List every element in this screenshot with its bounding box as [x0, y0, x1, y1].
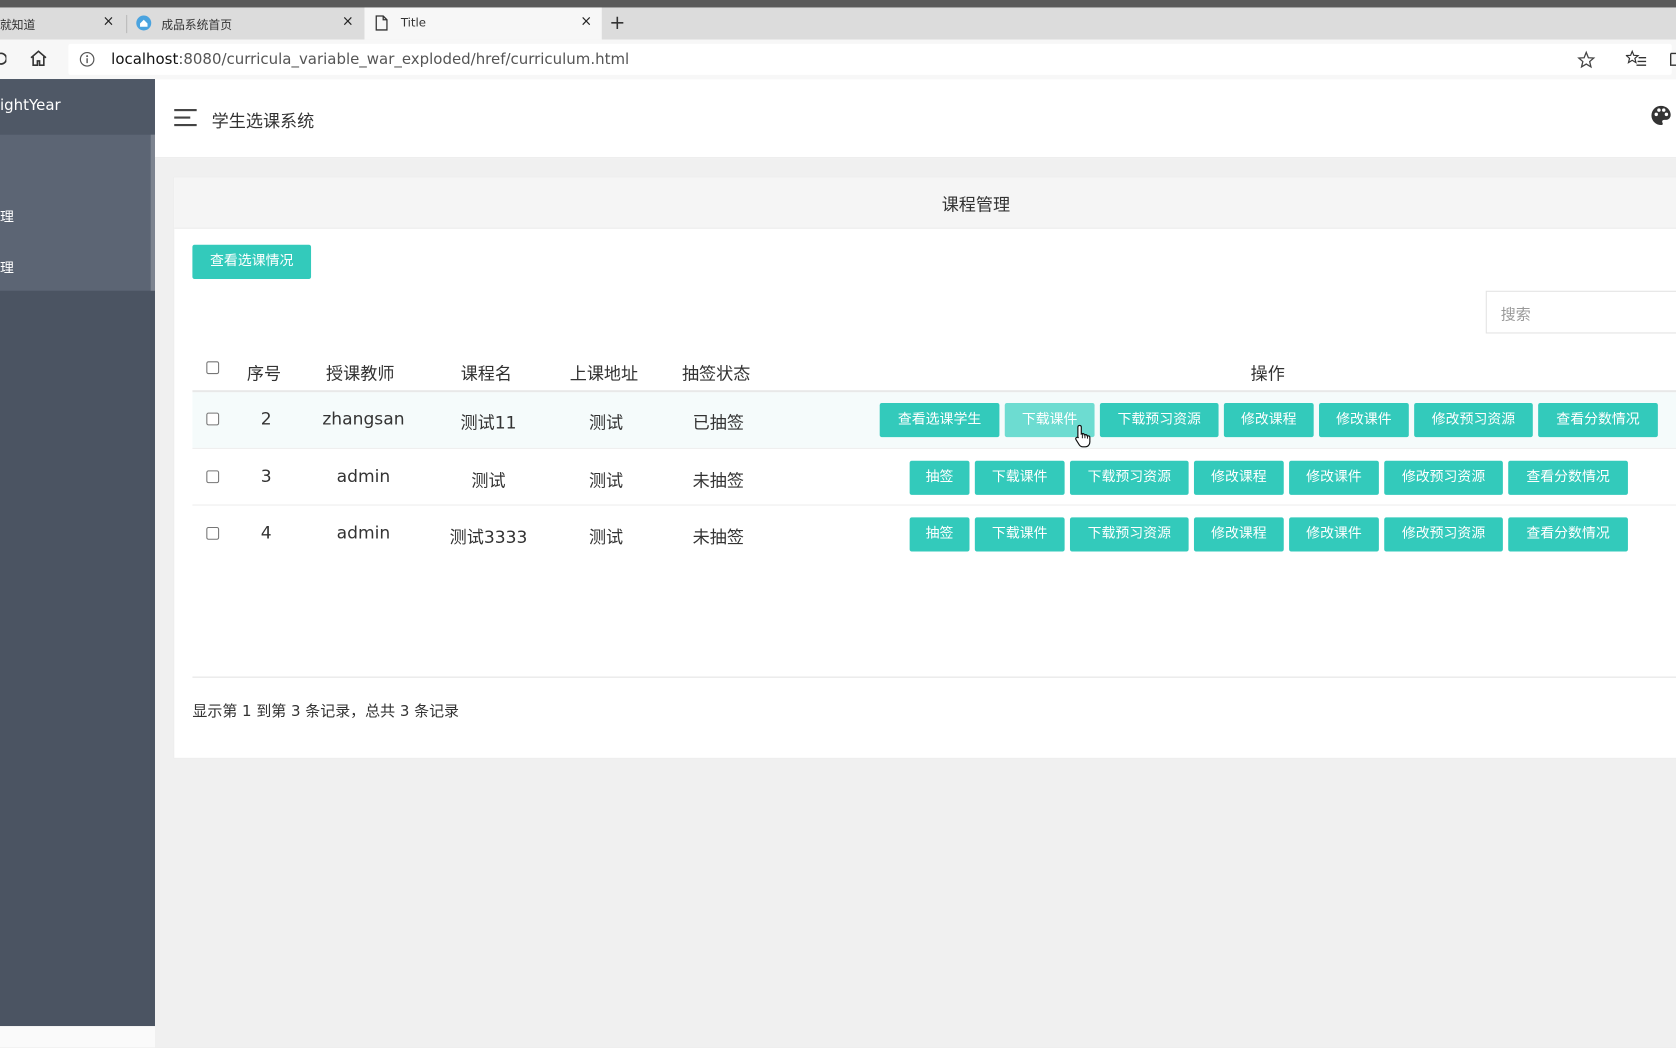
course-management-card: 课程管理 查看选课情况 搜索 序号 授课教师 课程名 上课地址 抽签状态 操作 …: [173, 176, 1676, 759]
url-field[interactable]: localhost:8080/curricula_variable_war_ex…: [68, 43, 1672, 75]
edit-preview-button[interactable]: 修改预习资源: [1384, 517, 1503, 552]
edit-course-button[interactable]: 修改课程: [1193, 460, 1284, 495]
system-title: 学生选课系统: [211, 111, 315, 132]
view-selection-button[interactable]: 查看选课情况: [192, 244, 312, 279]
site-favicon-icon: [136, 15, 152, 31]
card-title: 课程管理: [941, 194, 1011, 215]
search-placeholder: 搜索: [1500, 306, 1531, 324]
sidebar-menu: 理 理: [0, 134, 155, 291]
cell-status: 未抽签: [692, 470, 744, 491]
browser-window: 就知道 × 成品系统首页 × Title × + localhost:8080/…: [0, 0, 1676, 1048]
cell-location: 测试: [588, 412, 624, 433]
menu-icon[interactable]: [174, 109, 197, 127]
view-scores-button[interactable]: 查看分数情况: [1538, 402, 1658, 438]
tab-close-icon[interactable]: ×: [580, 14, 592, 30]
tab-2[interactable]: 成品系统首页 ×: [127, 7, 363, 39]
app-header: 学生选课系统: [154, 79, 1676, 159]
draw-lots-button[interactable]: 抽签: [909, 517, 970, 552]
col-header-teacher[interactable]: 授课教师: [326, 359, 394, 385]
sidebar-item-1[interactable]: 理: [0, 205, 14, 226]
col-header-id[interactable]: 序号: [247, 359, 281, 385]
cell-teacher: zhangsan: [322, 408, 405, 429]
brand-text: ightYear: [0, 97, 61, 115]
card-header: 课程管理: [174, 177, 1676, 229]
view-scores-button[interactable]: 查看分数情况: [1508, 517, 1628, 552]
favorites-icon[interactable]: [1625, 49, 1647, 68]
sidebar-bottom: [0, 1026, 155, 1048]
tab-bar: 就知道 × 成品系统首页 × Title × +: [0, 7, 1676, 40]
cell-teacher: admin: [336, 522, 391, 544]
cell-id: 3: [260, 466, 272, 487]
cell-location: 测试: [588, 526, 624, 548]
cell-teacher: admin: [336, 466, 391, 487]
cell-status: 已抽签: [692, 412, 744, 433]
col-header-location[interactable]: 上课地址: [570, 359, 638, 385]
edit-courseware-button[interactable]: 修改课件: [1289, 460, 1379, 495]
cell-course: 测试11: [460, 412, 517, 433]
url-host: localhost: [111, 51, 179, 69]
star-icon[interactable]: [1577, 50, 1596, 69]
info-icon[interactable]: [79, 51, 95, 67]
view-students-button[interactable]: 查看选课学生: [879, 402, 1000, 438]
row-checkbox[interactable]: [206, 470, 220, 484]
cell-course: 测试3333: [449, 526, 528, 548]
download-preview-button[interactable]: 下载预习资源: [1069, 517, 1189, 552]
view-scores-button[interactable]: 查看分数情况: [1508, 460, 1628, 495]
cell-course: 测试: [471, 470, 506, 491]
pagination-info: 显示第 1 到第 3 条记录，总共 3 条记录: [192, 703, 460, 721]
col-header-actions: 操作: [1250, 363, 1285, 384]
cell-status: 未抽签: [692, 526, 744, 548]
extension-icon[interactable]: [1669, 51, 1676, 67]
tab-title: 成品系统首页: [161, 18, 232, 33]
home-icon[interactable]: [29, 49, 48, 67]
palette-icon[interactable]: [1649, 104, 1673, 128]
tab-close-icon[interactable]: ×: [103, 14, 115, 30]
row-checkbox[interactable]: [206, 526, 220, 540]
cell-id: 4: [260, 522, 272, 544]
hand-cursor-icon: [1075, 424, 1091, 448]
download-preview-button[interactable]: 下载预习资源: [1099, 402, 1219, 438]
url-text: localhost:8080/curricula_variable_war_ex…: [111, 51, 629, 68]
search-input[interactable]: 搜索: [1485, 290, 1676, 334]
edit-courseware-button[interactable]: 修改课件: [1289, 517, 1379, 552]
cell-id: 2: [260, 408, 272, 429]
edit-course-button[interactable]: 修改课程: [1223, 402, 1314, 438]
edit-preview-button[interactable]: 修改预习资源: [1414, 402, 1533, 438]
new-tab-icon[interactable]: +: [609, 13, 625, 32]
tab-1[interactable]: 就知道 ×: [0, 7, 125, 39]
tab-close-icon[interactable]: ×: [342, 14, 354, 30]
url-path: :8080/curricula_variable_war_exploded/hr…: [178, 51, 630, 69]
back-icon[interactable]: [0, 50, 7, 67]
sidebar-brand: ightYear: [0, 79, 155, 135]
tab-title: 就知道: [0, 18, 36, 33]
window-frame: [0, 0, 1676, 8]
row-checkbox[interactable]: [206, 412, 220, 426]
col-header-status[interactable]: 抽签状态: [682, 359, 750, 385]
download-courseware-button[interactable]: 下载课件: [974, 517, 1065, 552]
tab-title: Title: [400, 16, 427, 30]
col-header-course[interactable]: 课程名: [461, 359, 512, 385]
tab-3-active[interactable]: Title ×: [364, 7, 602, 40]
edit-courseware-button[interactable]: 修改课件: [1319, 402, 1409, 438]
edit-preview-button[interactable]: 修改预习资源: [1384, 460, 1503, 495]
download-courseware-button[interactable]: 下载课件: [974, 460, 1065, 495]
select-all-checkbox[interactable]: [206, 361, 220, 375]
edit-course-button[interactable]: 修改课程: [1193, 517, 1284, 552]
draw-lots-button[interactable]: 抽签: [909, 460, 970, 495]
address-bar: localhost:8080/curricula_variable_war_ex…: [0, 39, 1676, 81]
sidebar-item-2[interactable]: 理: [0, 257, 14, 277]
page-icon: [375, 15, 388, 31]
sidebar: ightYear 理 理: [0, 79, 155, 1027]
cell-location: 测试: [588, 470, 624, 491]
table-footer-divider: [192, 676, 1676, 678]
download-preview-button[interactable]: 下载预习资源: [1069, 460, 1189, 495]
